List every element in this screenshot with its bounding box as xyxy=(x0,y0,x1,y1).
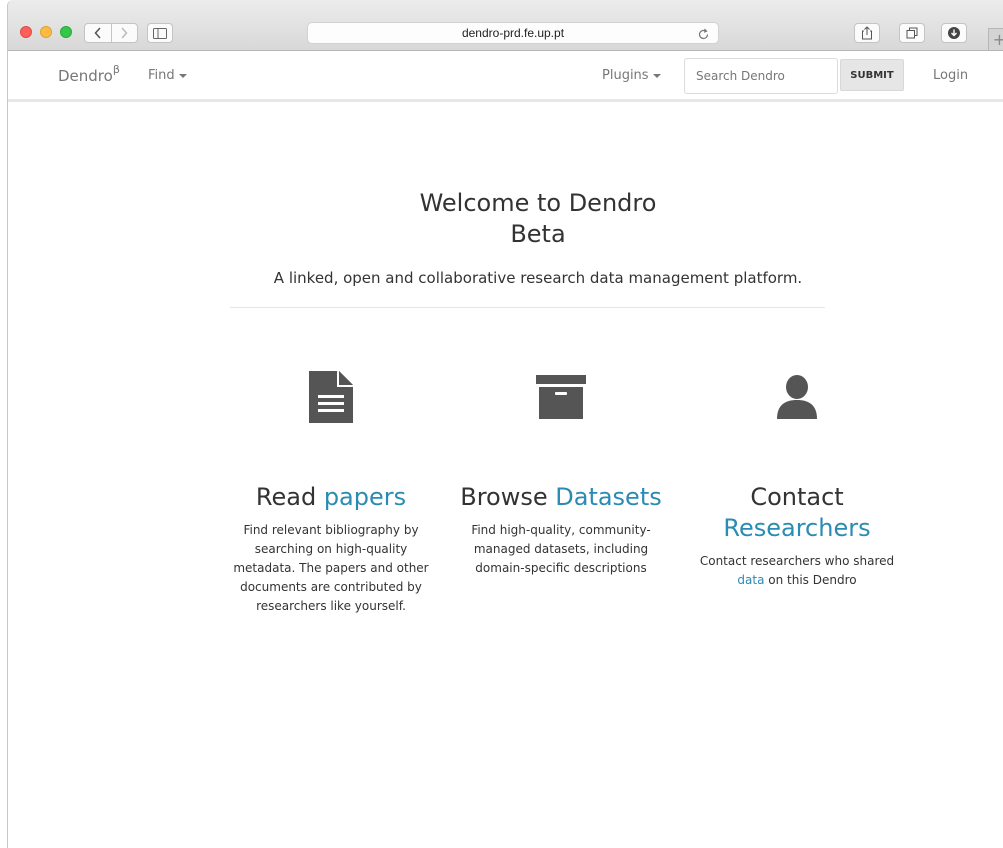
minimize-window-button[interactable] xyxy=(40,26,52,38)
page-subtitle: A linked, open and collaborative researc… xyxy=(273,269,803,287)
researchers-link[interactable]: Researchers xyxy=(692,513,902,544)
close-window-button[interactable] xyxy=(20,26,32,38)
feature-title-prefix: Contact xyxy=(750,483,844,511)
feature-description: Find high-quality, community-managed dat… xyxy=(471,523,651,575)
feature-title: Contact Researchers xyxy=(692,482,902,544)
zoom-window-button[interactable] xyxy=(60,26,72,38)
share-icon xyxy=(862,26,872,40)
brand-logo[interactable]: Dendroβ xyxy=(58,63,120,85)
forward-button[interactable] xyxy=(112,24,138,42)
back-button[interactable] xyxy=(85,24,111,42)
page-title: Welcome to Dendro Beta xyxy=(348,188,728,250)
feature-title-prefix: Browse xyxy=(460,483,556,511)
datasets-link[interactable]: Datasets xyxy=(555,483,662,511)
find-dropdown[interactable]: Find xyxy=(148,68,187,83)
chevron-right-icon xyxy=(121,27,128,39)
chevron-left-icon xyxy=(94,27,101,39)
feature-browse-datasets: Browse Datasets Find high-quality, commu… xyxy=(456,367,666,578)
caret-down-icon xyxy=(178,73,187,78)
user-icon xyxy=(692,367,902,427)
papers-link[interactable]: papers xyxy=(324,483,406,511)
page-title-line2: Beta xyxy=(510,220,566,248)
brand-name: Dendro xyxy=(58,67,113,85)
address-bar[interactable]: dendro-prd.fe.up.pt xyxy=(307,22,719,44)
site-navbar: Dendroβ Find Plugins SUBMIT Login xyxy=(8,51,1003,102)
show-tabs-button[interactable] xyxy=(899,23,925,43)
page-title-line1: Welcome to Dendro xyxy=(419,189,657,217)
sidebar-toggle-button[interactable] xyxy=(147,23,173,43)
search-input[interactable] xyxy=(684,58,838,94)
find-label: Find xyxy=(148,68,175,83)
url-text: dendro-prd.fe.up.pt xyxy=(461,26,565,40)
downloads-button[interactable] xyxy=(941,23,967,43)
data-link[interactable]: data xyxy=(737,573,764,587)
feature-title: Browse Datasets xyxy=(456,482,666,513)
brand-beta-mark: β xyxy=(112,63,120,76)
reload-icon[interactable] xyxy=(697,26,710,45)
plugins-label: Plugins xyxy=(602,68,649,83)
login-link[interactable]: Login xyxy=(933,68,968,83)
archive-box-icon xyxy=(456,367,666,427)
feature-read-papers: Read papers Find relevant bibliography b… xyxy=(226,367,436,616)
share-button[interactable] xyxy=(854,23,880,43)
browser-window: dendro-prd.fe.up.pt + Dendroβ Find Plugi… xyxy=(7,0,1003,848)
feature-text-prefix: Contact researchers who shared xyxy=(699,554,895,568)
main-content: Welcome to Dendro Beta A linked, open an… xyxy=(8,102,1003,848)
new-tab-button[interactable]: + xyxy=(988,28,1003,50)
submit-button[interactable]: SUBMIT xyxy=(840,59,904,91)
tabs-overview-icon xyxy=(906,27,918,39)
document-icon xyxy=(226,367,436,427)
feature-contact-researchers: Contact Researchers Contact researchers … xyxy=(692,367,902,590)
browser-toolbar: dendro-prd.fe.up.pt + xyxy=(8,0,1003,51)
feature-title-prefix: Read xyxy=(255,483,324,511)
back-forward-group xyxy=(84,23,138,43)
feature-title: Read papers xyxy=(226,482,436,513)
feature-text-suffix: on this Dendro xyxy=(764,573,857,587)
divider xyxy=(230,307,825,308)
sidebar-icon xyxy=(153,27,167,39)
caret-down-icon xyxy=(652,73,661,78)
plugins-dropdown[interactable]: Plugins xyxy=(602,68,661,83)
download-icon xyxy=(948,27,960,39)
feature-description: Contact researchers who shared data on t… xyxy=(692,552,902,590)
feature-description: Find relevant bibliography by searching … xyxy=(233,523,429,613)
